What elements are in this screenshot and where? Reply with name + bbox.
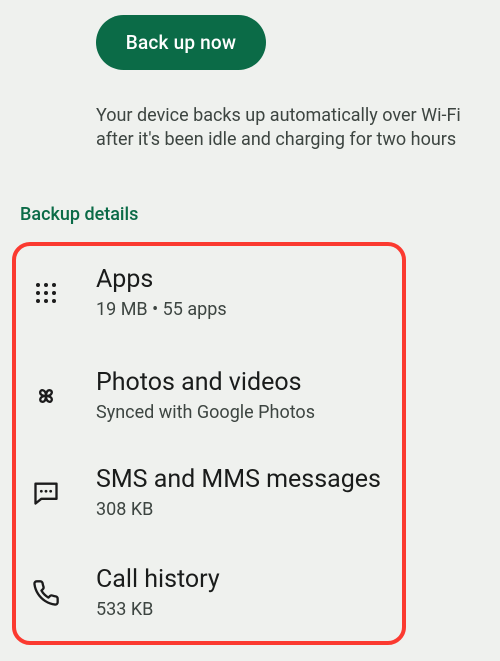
pinwheel-icon	[30, 380, 62, 412]
backup-now-button[interactable]: Back up now	[96, 15, 266, 70]
row-sms-title: SMS and MMS messages	[96, 465, 381, 494]
row-sms-subtitle: 308 KB	[96, 499, 153, 520]
row-sms[interactable]: SMS and MMS messages 308 KB	[0, 465, 500, 535]
section-title-backup-details: Backup details	[20, 204, 138, 225]
row-apps[interactable]: Apps 19 MB • 55 apps	[0, 265, 500, 335]
row-calls-title: Call history	[96, 565, 220, 594]
row-photos-title: Photos and videos	[96, 368, 302, 397]
row-apps-title: Apps	[96, 265, 153, 294]
apps-icon	[30, 277, 62, 309]
backup-info-text: Your device backs up automatically over …	[96, 104, 486, 152]
row-calls-subtitle: 533 KB	[96, 599, 153, 620]
row-apps-subtitle: 19 MB • 55 apps	[96, 299, 227, 320]
message-icon	[30, 477, 62, 509]
row-photos-subtitle: Synced with Google Photos	[96, 402, 315, 423]
row-photos[interactable]: Photos and videos Synced with Google Pho…	[0, 368, 500, 438]
phone-icon	[30, 577, 62, 609]
row-call-history[interactable]: Call history 533 KB	[0, 565, 500, 635]
